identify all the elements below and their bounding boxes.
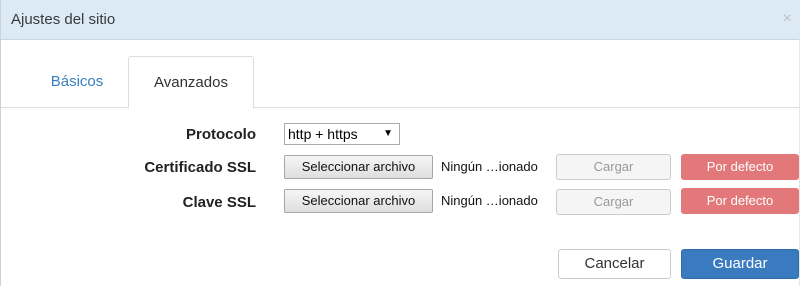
protocol-select-value: http + https bbox=[288, 126, 358, 142]
tab-basics[interactable]: Básicos bbox=[33, 56, 121, 108]
tab-bar: Básicos Avanzados bbox=[1, 56, 799, 109]
protocol-label: Protocolo bbox=[186, 126, 256, 143]
ssl-certificate-default-button[interactable]: Por defecto bbox=[681, 154, 799, 180]
ssl-key-default-button[interactable]: Por defecto bbox=[681, 188, 799, 214]
close-icon[interactable]: × bbox=[783, 11, 792, 27]
ssl-key-label: Clave SSL bbox=[182, 194, 256, 211]
ssl-key-file-button[interactable]: Seleccionar archivo bbox=[284, 189, 433, 213]
ssl-certificate-file-name: Ningún …ionado bbox=[441, 159, 538, 174]
ssl-certificate-label: Certificado SSL bbox=[144, 159, 256, 176]
site-settings-dialog: Ajustes del sitio × Básicos Avanzados Pr… bbox=[0, 0, 800, 286]
tab-advanced[interactable]: Avanzados bbox=[128, 56, 254, 109]
protocol-select[interactable]: http + https ▼ bbox=[284, 123, 400, 145]
dialog-titlebar: Ajustes del sitio × bbox=[1, 0, 799, 40]
cancel-button[interactable]: Cancelar bbox=[558, 249, 671, 279]
ssl-certificate-upload-button[interactable]: Cargar bbox=[556, 154, 671, 180]
save-button[interactable]: Guardar bbox=[681, 249, 799, 279]
ssl-key-upload-button[interactable]: Cargar bbox=[556, 189, 671, 215]
ssl-certificate-file-button[interactable]: Seleccionar archivo bbox=[284, 155, 433, 179]
ssl-key-file-name: Ningún …ionado bbox=[441, 193, 538, 208]
dialog-title: Ajustes del sitio bbox=[11, 11, 116, 28]
dropdown-arrow-icon: ▼ bbox=[383, 128, 393, 139]
